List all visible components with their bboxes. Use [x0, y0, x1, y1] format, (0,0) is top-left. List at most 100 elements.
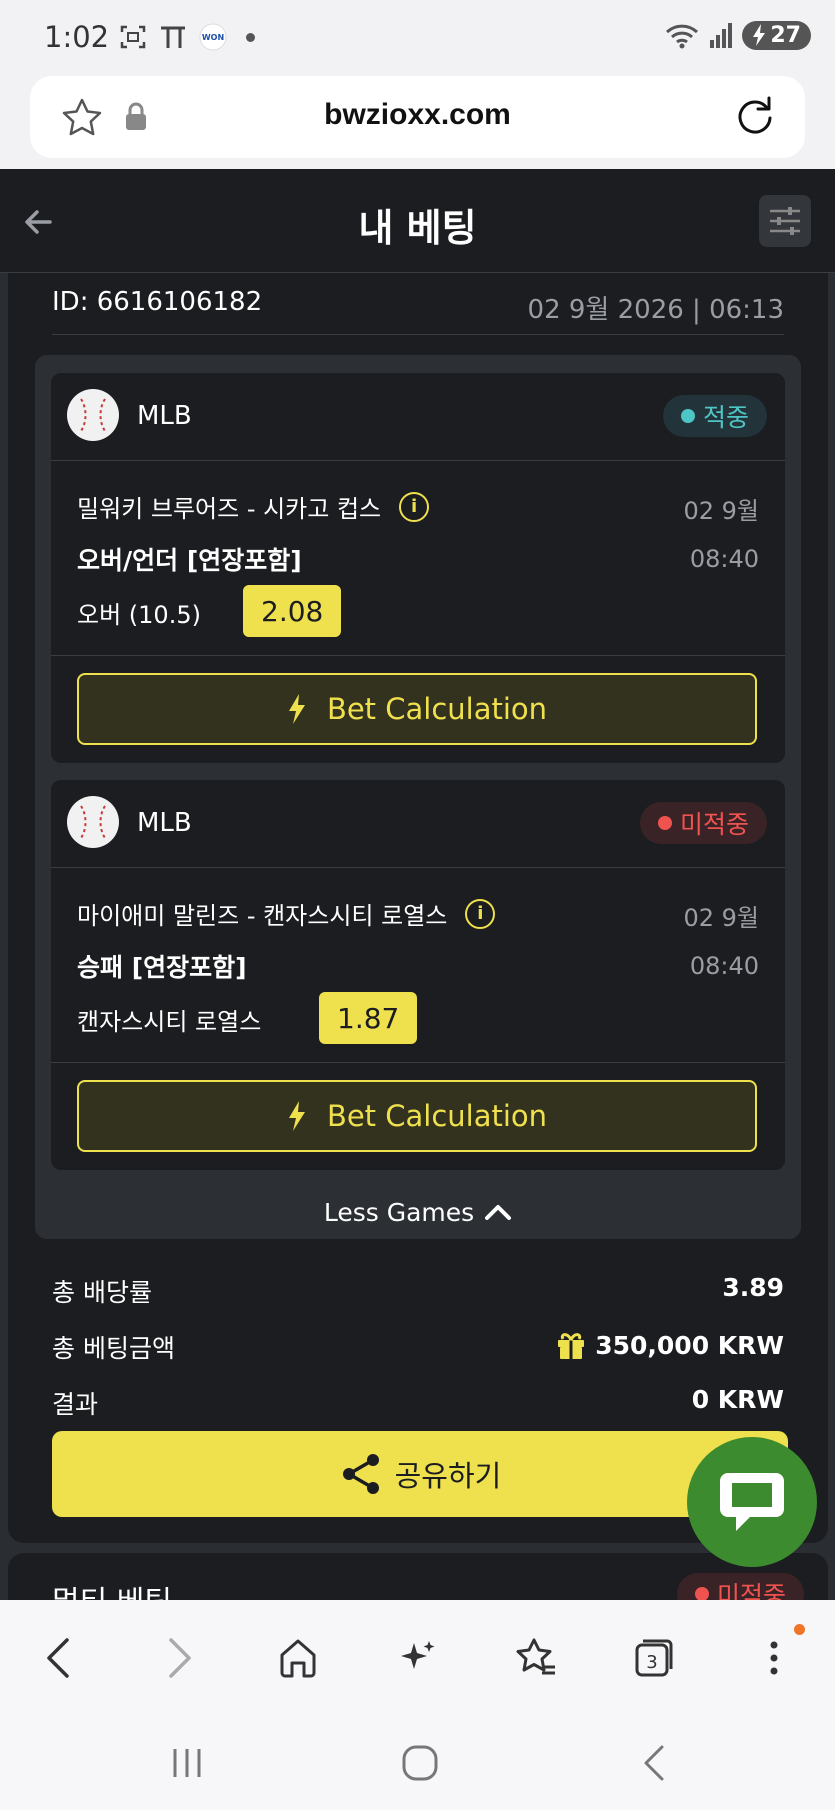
game-header: MLB 미적중 [51, 780, 785, 868]
share-button[interactable]: 공유하기 [52, 1431, 788, 1517]
recent-apps-button[interactable] [162, 1738, 212, 1788]
bookmarks-star-icon [516, 1638, 555, 1675]
result-row: 결과 0 KRW [52, 1385, 784, 1425]
bet-calculation-label: Bet Calculation [326, 692, 548, 726]
status-badge: 미적중 [639, 802, 767, 844]
sliders-icon [770, 207, 800, 235]
status-badge: 적중 [662, 395, 767, 437]
bookmarks-button[interactable] [506, 1628, 566, 1688]
chat-bubble-icon [720, 1473, 784, 1531]
svg-text:WON: WON [202, 33, 224, 42]
bet-content[interactable]: ID: 6616106182 02 9월 2026 | 06:13 MLB 적중… [0, 273, 835, 1600]
text-app-icon [161, 26, 185, 48]
total-stake-value-wrap: 350,000 KRW [555, 1329, 784, 1361]
charging-icon [753, 24, 766, 46]
chevron-left-icon [47, 1638, 69, 1678]
lightning-icon [288, 694, 305, 724]
game-time: 08:40 [689, 545, 759, 573]
tabs-icon: 3 [635, 1639, 673, 1677]
game-date: 02 9월 [683, 904, 759, 932]
page-title: 내 베팅 [358, 206, 477, 250]
sparkle-icon [401, 1641, 435, 1669]
game-time: 08:40 [689, 952, 759, 980]
app-header: 내 베팅 [0, 169, 835, 273]
reload-icon[interactable] [733, 94, 777, 138]
match-name: 마이애미 말린즈 - 캔자스시티 로열스 [77, 902, 448, 930]
match-row: 마이애미 말린즈 - 캔자스시티 로열스 i [77, 896, 496, 931]
game-body: 마이애미 말린즈 - 캔자스시티 로열스 i 02 9월 08:40 승패 [연… [51, 868, 785, 1063]
browser-forward-button[interactable] [150, 1628, 210, 1688]
bet-calculation-label: Bet Calculation [326, 1099, 548, 1133]
status-dot [680, 409, 695, 423]
bet-calculation-button[interactable]: Bet Calculation [77, 673, 757, 745]
status-time: 1:02 [44, 20, 110, 54]
game-date: 02 9월 [683, 497, 759, 525]
status-text: 미적중 [679, 810, 749, 839]
odds-badge: 2.08 [243, 585, 342, 637]
bet-id: ID: 6616106182 [52, 287, 263, 317]
match-row: 밀워키 브루어즈 - 시카고 컵스 i [77, 489, 430, 524]
market-name: 오버/언더 [연장포함] [77, 546, 302, 575]
system-nav-bar [0, 1710, 835, 1810]
share-icon [342, 1454, 379, 1494]
odds-badge: 1.87 [319, 992, 418, 1044]
address-bar[interactable]: bwzioxx.com [30, 76, 805, 158]
status-bar: 1:02 WON 27 [0, 0, 835, 76]
less-games-label: Less Games [323, 1197, 475, 1227]
tabs-button[interactable]: 3 [624, 1628, 684, 1688]
home-icon [280, 1639, 316, 1678]
lightning-icon [288, 1101, 305, 1131]
bet-calculation-button[interactable]: Bet Calculation [77, 1080, 757, 1152]
less-games-toggle[interactable]: Less Games [35, 1185, 801, 1239]
share-label: 공유하기 [394, 1459, 502, 1493]
filter-button[interactable] [759, 195, 811, 247]
chevron-up-icon [485, 1205, 512, 1220]
status-system-icons: 27 [664, 20, 811, 50]
status-dot [694, 1587, 709, 1600]
pick-name: 오버 (10.5) [77, 601, 201, 629]
status-text: 미적중 [716, 1581, 786, 1600]
browser-menu-button[interactable] [744, 1628, 804, 1688]
next-bet-card: 멀티 베팅 미적중 [8, 1553, 828, 1600]
chat-button[interactable] [687, 1437, 817, 1567]
url-text[interactable]: bwzioxx.com [30, 98, 805, 132]
info-icon[interactable]: i [465, 898, 496, 929]
system-home-button[interactable] [395, 1738, 445, 1788]
wifi-icon [666, 24, 699, 49]
league-name: MLB [137, 401, 192, 431]
more-vertical-icon [770, 1641, 778, 1675]
status-text: 적중 [702, 403, 749, 432]
info-icon[interactable]: i [399, 491, 430, 522]
battery-indicator: 27 [742, 20, 811, 50]
total-odds-value: 3.89 [722, 1273, 784, 1302]
result-value: 0 KRW [691, 1385, 784, 1414]
system-back-button[interactable] [630, 1738, 680, 1788]
game-body: 밀워키 브루어즈 - 시카고 컵스 i 02 9월 08:40 오버/언더 [연… [51, 461, 785, 656]
total-stake-label: 총 베팅금액 [52, 1334, 175, 1363]
bet-datetime: 02 9월 2026 | 06:13 [527, 295, 784, 325]
browser-back-button[interactable] [28, 1628, 88, 1688]
baseball-icon [67, 389, 119, 441]
ai-button[interactable] [387, 1628, 447, 1688]
pick-name: 캔자스시티 로열스 [77, 1008, 262, 1036]
status-badge: 미적중 [676, 1573, 804, 1600]
browser-toolbar: bwzioxx.com [0, 76, 835, 169]
home-circle-icon [402, 1745, 438, 1781]
more-notifications-dot [246, 32, 255, 42]
total-odds-label: 총 배당률 [52, 1278, 152, 1307]
game-card: MLB 적중 밀워키 브루어즈 - 시카고 컵스 i 02 9월 08:40 오… [51, 373, 785, 763]
tab-count: 3 [646, 1652, 657, 1673]
game-card: MLB 미적중 마이애미 말린즈 - 캔자스시티 로열스 i 02 9월 08:… [51, 780, 785, 1170]
screenshot-icon [120, 25, 146, 49]
game-header: MLB 적중 [51, 373, 785, 461]
next-bet-title: 멀티 베팅 [52, 1577, 172, 1600]
bet-id-row: ID: 6616106182 02 9월 2026 | 06:13 [52, 279, 784, 335]
baseball-icon [67, 796, 119, 848]
battery-level: 27 [770, 22, 801, 48]
chevron-right-icon [169, 1638, 191, 1678]
browser-bottom-bar: 3 [0, 1600, 835, 1710]
league-name: MLB [137, 808, 192, 838]
total-odds-row: 총 배당률 3.89 [52, 1273, 784, 1313]
games-list: MLB 적중 밀워키 브루어즈 - 시카고 컵스 i 02 9월 08:40 오… [35, 355, 801, 1239]
home-button[interactable] [268, 1628, 328, 1688]
